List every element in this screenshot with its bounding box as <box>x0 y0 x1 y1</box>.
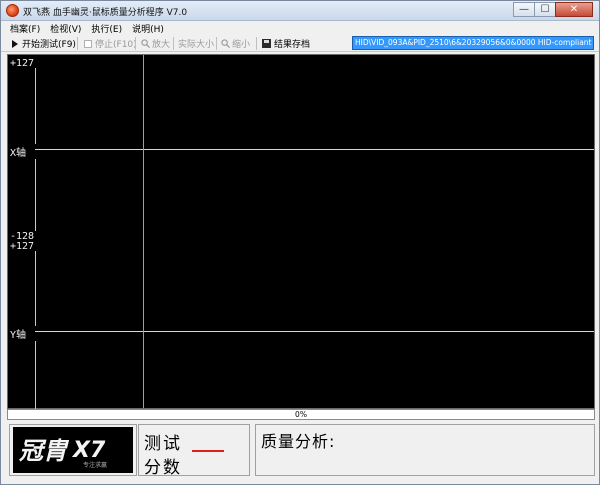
stop-icon <box>84 39 92 48</box>
save-results-button[interactable]: 结果存档 <box>259 36 313 51</box>
save-disk-icon <box>262 39 271 48</box>
toolbar-divider <box>135 37 136 50</box>
stop-button[interactable]: 停止(F10) <box>81 36 140 51</box>
svg-text:X7: X7 <box>71 438 106 463</box>
y-axis-baseline <box>35 331 594 332</box>
zoom-in-icon <box>141 39 150 48</box>
progress-text: 0% <box>295 410 307 419</box>
zoom-out-label: 缩小 <box>232 40 251 50</box>
close-button[interactable]: ✕ <box>555 2 593 17</box>
play-icon <box>12 39 18 48</box>
menu-view[interactable]: 检视(V) <box>45 22 86 35</box>
score-label-line1: 测试 <box>144 434 182 454</box>
app-window: 双飞燕 血手幽灵·鼠标质量分析程序 V7.0 — ☐ ✕ 档案(F) 检视(V)… <box>0 0 600 485</box>
app-logo-icon[interactable] <box>6 4 19 17</box>
window-title: 双飞燕 血手幽灵·鼠标质量分析程序 V7.0 <box>23 8 188 18</box>
y-axis-max-label: +127 <box>10 241 35 252</box>
menu-help[interactable]: 说明(H) <box>127 22 169 35</box>
maximize-button[interactable]: ☐ <box>534 2 556 17</box>
brand-logo: 冠胄 X7 专注求赢 <box>13 427 133 473</box>
save-results-label: 结果存档 <box>274 40 311 50</box>
svg-text:冠胄: 冠胄 <box>18 436 70 465</box>
y-axis-vertical-line <box>35 251 36 326</box>
actual-size-label: 实际大小 <box>178 40 215 50</box>
menu-file[interactable]: 档案(F) <box>5 22 45 35</box>
x-axis-baseline <box>35 149 594 150</box>
x-axis-max-label: +127 <box>10 58 35 69</box>
x-axis-vertical-line <box>35 159 36 231</box>
title-bar[interactable]: 双飞燕 血手幽灵·鼠标质量分析程序 V7.0 — ☐ ✕ <box>1 1 599 21</box>
menu-bar: 档案(F) 检视(V) 执行(E) 说明(H) <box>1 21 599 35</box>
toolbar-divider <box>256 37 257 50</box>
start-test-label: 开始测试(F9) <box>22 40 76 50</box>
device-select[interactable]: HID\VID_093A&PID_2510\6&20329056&0&0000 … <box>352 36 594 50</box>
toolbar-divider <box>216 37 217 50</box>
y-axis-vertical-line <box>35 341 36 409</box>
start-test-button[interactable]: 开始测试(F9) <box>9 36 79 51</box>
toolbar-divider <box>173 37 174 50</box>
zoom-in-label: 放大 <box>152 40 171 50</box>
menu-execute[interactable]: 执行(E) <box>86 22 127 35</box>
zoom-in-button[interactable]: 放大 <box>138 36 173 51</box>
score-value-dash <box>192 450 224 452</box>
signal-plot: +127 X轴 -128 +127 Y轴 <box>7 54 595 409</box>
svg-text:专注求赢: 专注求赢 <box>83 461 107 469</box>
x-axis-vertical-line <box>35 68 36 144</box>
time-cursor-line[interactable] <box>143 55 144 408</box>
x-axis-label: X轴 <box>10 148 27 159</box>
quality-analysis-label: 质量分析: <box>261 432 336 451</box>
test-progress-bar: 0% <box>7 409 595 420</box>
stop-label: 停止(F10) <box>95 40 137 50</box>
zoom-out-icon <box>221 39 230 48</box>
minimize-button[interactable]: — <box>513 2 535 17</box>
score-label-line2: 分数 <box>144 458 182 478</box>
toolbar-divider <box>77 37 78 50</box>
zoom-out-button[interactable]: 缩小 <box>218 36 253 51</box>
actual-size-button[interactable]: 实际大小 <box>175 36 217 51</box>
y-axis-label: Y轴 <box>10 330 27 341</box>
